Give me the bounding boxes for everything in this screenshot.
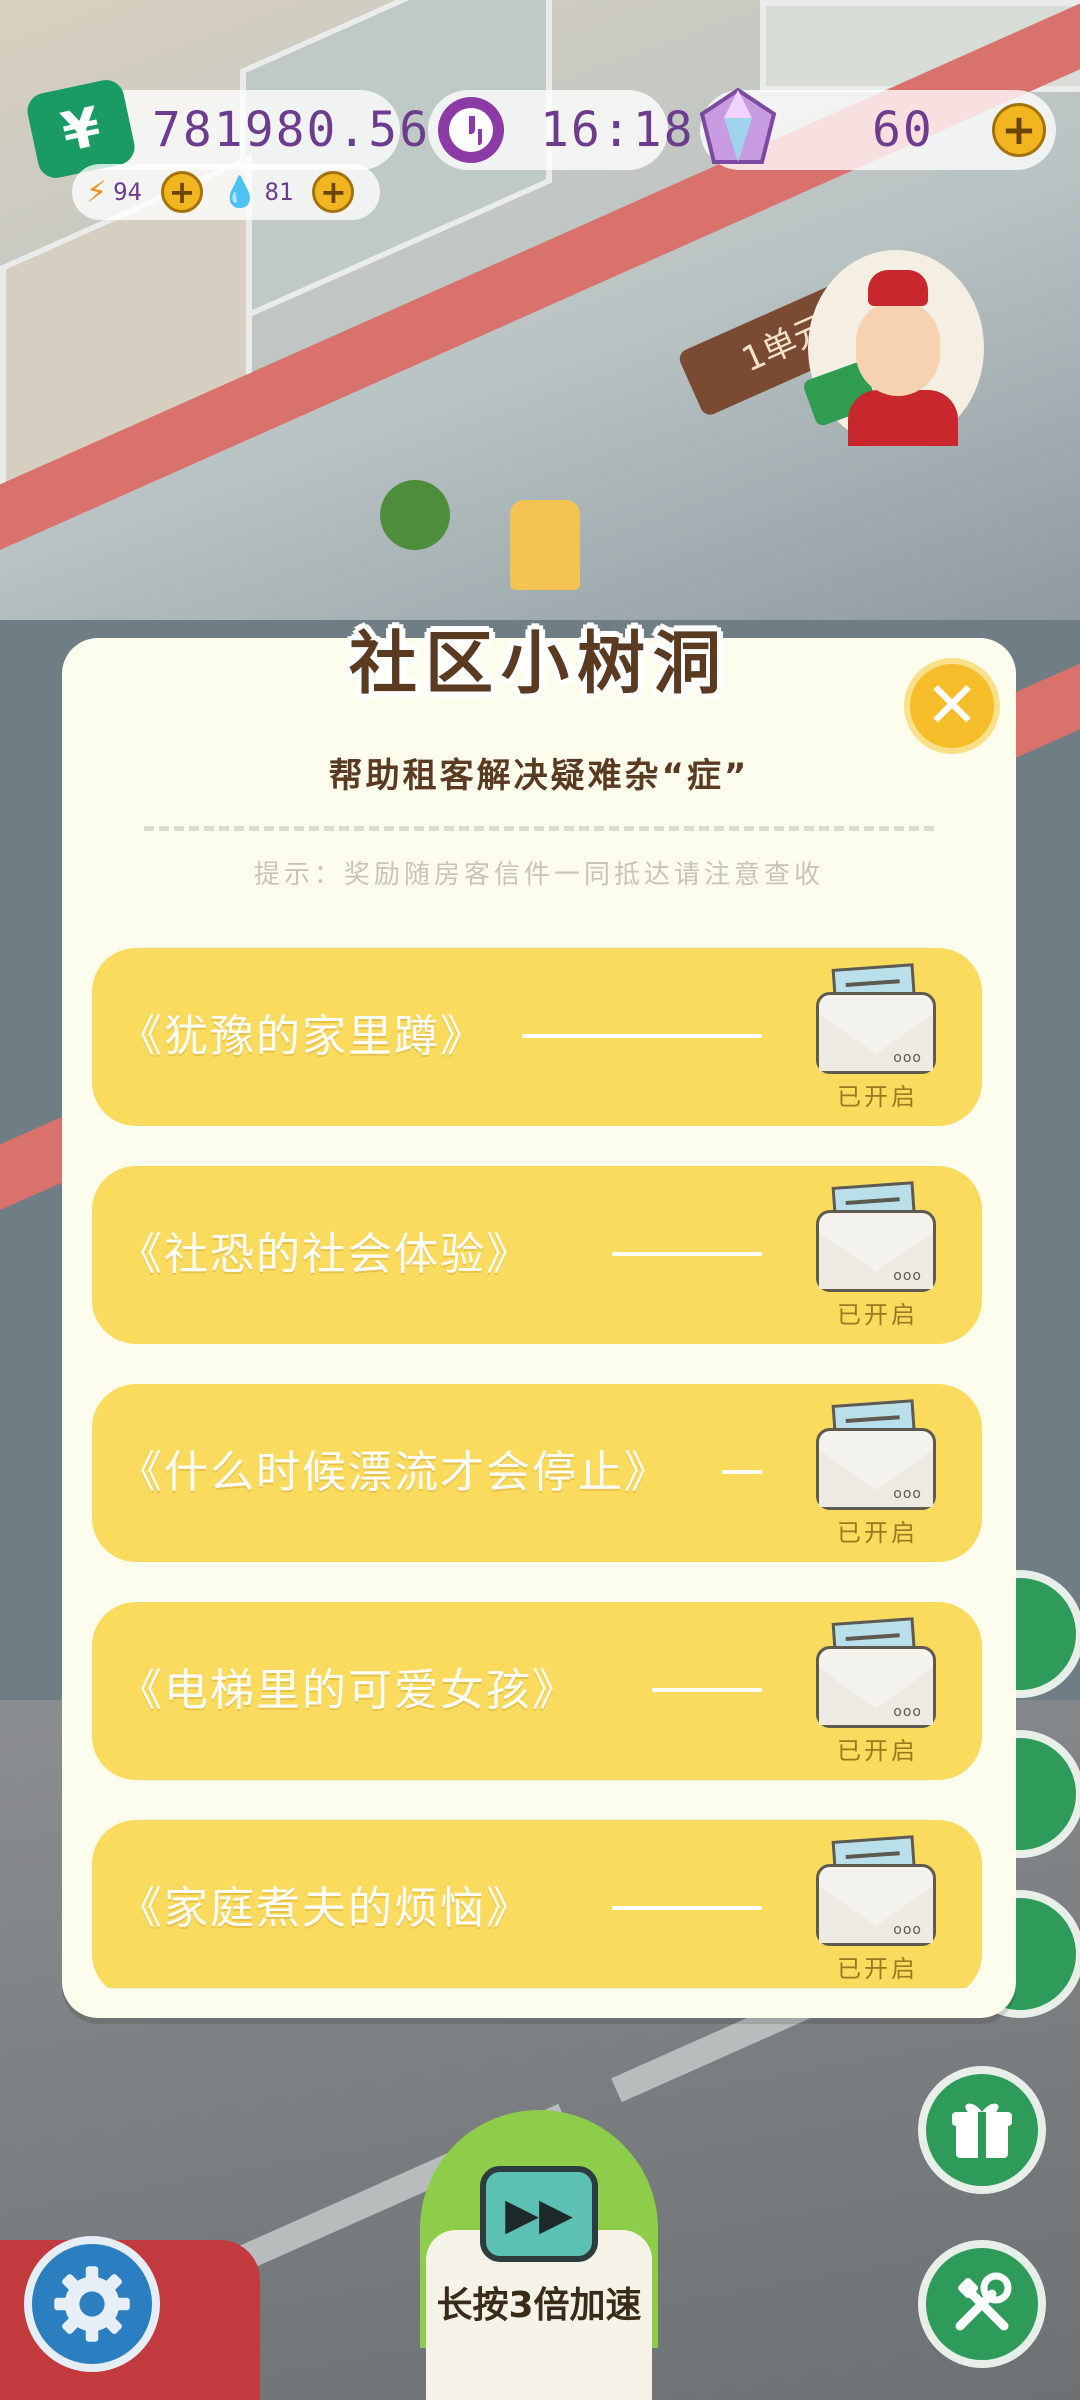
plant-decoration [380, 480, 450, 550]
letter-status: 已开启 [837, 1301, 918, 1329]
money-value: 781980.56 [152, 102, 431, 158]
fast-forward-tv-icon: ▶▶ [480, 2166, 598, 2262]
letter-item[interactable]: 《家庭煮夫的烦恼》 ooo 已开启 [92, 1820, 982, 1988]
letter-status: 已开启 [837, 1083, 918, 1111]
title-underline [612, 1906, 762, 1910]
resource-counters: ⚡ 94 + 💧 81 + [72, 164, 380, 220]
settings-button[interactable] [24, 2236, 160, 2372]
speed-up-button[interactable]: ▶▶ 长按3倍加速 [420, 2110, 658, 2400]
time-display: 16:18 [428, 90, 693, 170]
clock-icon [438, 97, 504, 163]
title-underline [722, 1470, 762, 1474]
gem-icon [699, 87, 777, 164]
letter-status: 已开启 [837, 1737, 918, 1765]
add-energy-button[interactable]: + [161, 171, 204, 213]
letter-title: 《社恐的社会体验》 [118, 1229, 532, 1280]
lightning-icon: ⚡ [86, 174, 108, 210]
gift-icon [952, 2103, 1012, 2158]
letter-status: 已开启 [837, 1955, 918, 1983]
gem-value: 60 [872, 102, 934, 158]
gift-button[interactable] [918, 2066, 1046, 2194]
add-gems-button[interactable]: + [992, 103, 1046, 157]
dialog-subtitle: 帮助租客解决疑难杂“症” [328, 756, 750, 796]
close-button[interactable]: ✕ [904, 658, 1000, 754]
letter-title: 《电梯里的可爱女孩》 [118, 1665, 578, 1716]
money-counter: ¥ 781980.56 [24, 76, 428, 182]
letter-title: 《什么时候漂流才会停止》 [118, 1447, 670, 1498]
tools-button[interactable] [918, 2240, 1046, 2368]
letter-title: 《家庭煮夫的烦恼》 [118, 1883, 532, 1934]
envelope-icon: ooo [816, 1398, 936, 1510]
landlord-avatar[interactable] [801, 250, 988, 460]
envelope-icon: ooo [816, 962, 936, 1074]
envelope-icon: ooo [816, 1834, 936, 1946]
letter-list[interactable]: 《犹豫的家里蹲》 ooo 已开启 《社恐的社会体验》 ooo 已开启 《什么时候… [92, 948, 986, 1988]
water-drop-icon: 💧 [221, 174, 259, 210]
add-water-button[interactable]: + [312, 171, 355, 213]
letter-item[interactable]: 《电梯里的可爱女孩》 ooo 已开启 [92, 1602, 982, 1780]
avatar-face [856, 300, 940, 396]
letter-title: 《犹豫的家里蹲》 [118, 1011, 486, 1062]
letter-item[interactable]: 《社恐的社会体验》 ooo 已开启 [92, 1166, 982, 1344]
pillow-decoration [510, 500, 580, 590]
gem-counter: 60 + [699, 87, 1056, 170]
hat-icon [868, 270, 928, 306]
tree-hole-dialog: 社区小树洞 ✕ 帮助租客解决疑难杂“症” 提示：奖励随房客信件一同抵达请注意查收… [62, 624, 1016, 2018]
tools-icon [955, 2272, 1012, 2331]
time-value: 16:18 [540, 102, 695, 158]
letter-status: 已开启 [837, 1519, 918, 1547]
dialog-title: 社区小树洞 [348, 624, 729, 704]
divider [144, 826, 934, 831]
letter-item[interactable]: 《犹豫的家里蹲》 ooo 已开启 [92, 948, 982, 1126]
speed-label: 长按3倍加速 [436, 2285, 642, 2326]
water-value: 81 [264, 178, 294, 206]
gear-icon [54, 2266, 130, 2342]
title-underline [522, 1034, 762, 1038]
hint-text: 提示：奖励随房客信件一同抵达请注意查收 [253, 860, 824, 890]
title-underline [652, 1688, 762, 1692]
envelope-icon: ooo [816, 1180, 936, 1292]
avatar-body [848, 390, 958, 446]
envelope-icon: ooo [816, 1616, 936, 1728]
letter-item[interactable]: 《什么时候漂流才会停止》 ooo 已开启 [92, 1384, 982, 1562]
title-underline [612, 1252, 762, 1256]
energy-value: 94 [113, 178, 142, 206]
